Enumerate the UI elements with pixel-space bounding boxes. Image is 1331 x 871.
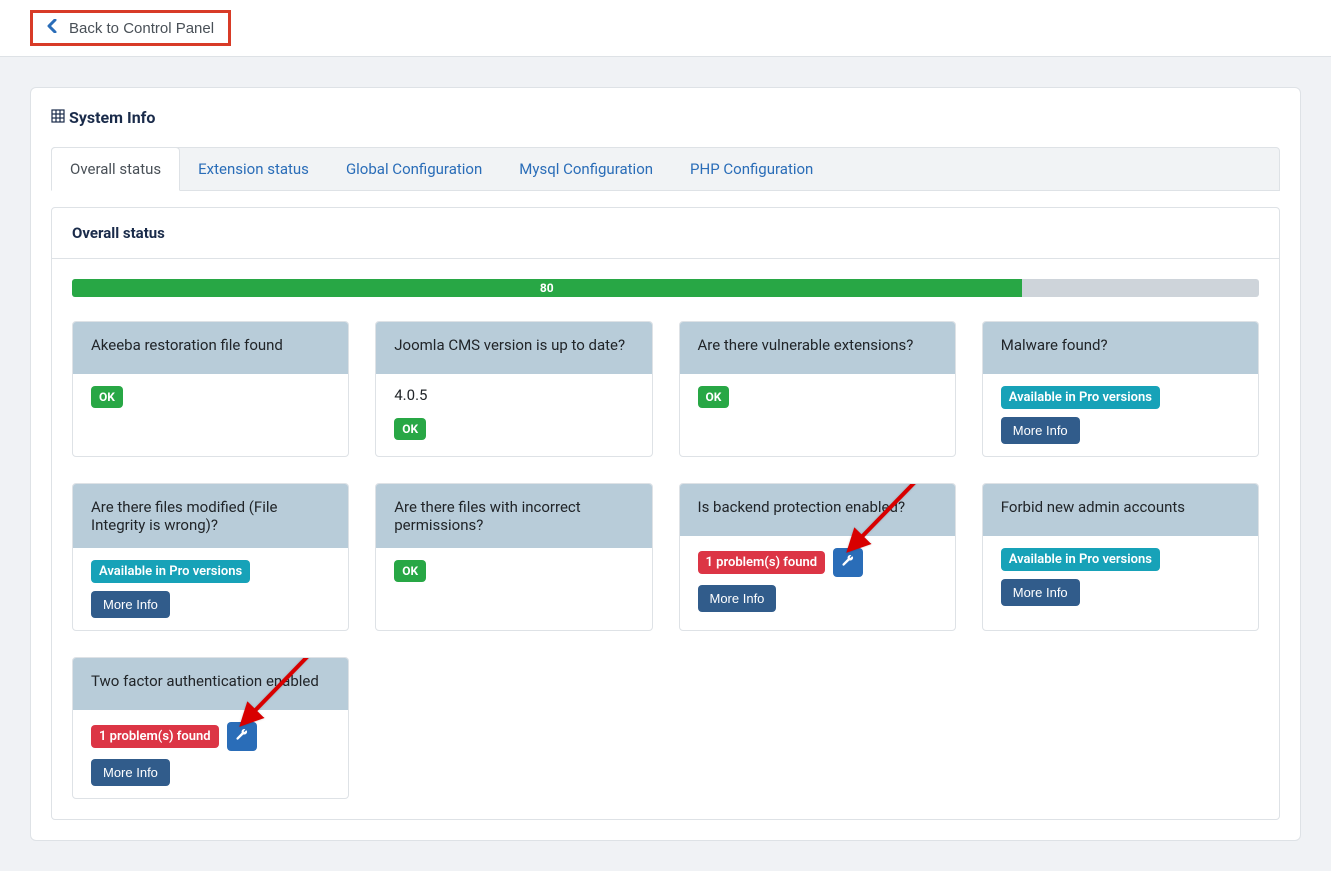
ok-badge: OK [394, 560, 426, 582]
content-body: 80 Akeeba restoration file found OK Joomla… [52, 259, 1279, 819]
status-card: Is backend protection enabled?1 problem(… [679, 483, 956, 631]
card-title: Malware found? [983, 322, 1258, 374]
problem-badge: 1 problem(s) found [698, 551, 826, 574]
progress-bar-track: 80 [72, 279, 1259, 297]
ok-badge: OK [698, 386, 730, 408]
card-body: OK [680, 374, 955, 420]
panel-title: System Info [31, 108, 1300, 147]
status-card: Malware found? Available in Pro versions M… [982, 321, 1259, 457]
card-title: Is backend protection enabled? [680, 484, 955, 536]
tab-mysql-configuration[interactable]: Mysql Configuration [501, 148, 672, 190]
content-header: Overall status [52, 208, 1279, 259]
pro-badge: Available in Pro versions [1001, 386, 1160, 409]
card-body: 1 problem(s) found More Info [680, 536, 955, 624]
status-card: Are there vulnerable extensions? OK [679, 321, 956, 457]
status-card: Joomla CMS version is up to date? 4.0.5 OK [375, 321, 652, 457]
card-title: Are there vulnerable extensions? [680, 322, 955, 374]
tabs: Overall statusExtension statusGlobal Con… [51, 147, 1280, 191]
grid-icon [51, 108, 65, 127]
content-panel: Overall status 80 Akeeba restoration fil… [51, 207, 1280, 820]
status-card: Two factor authentication enabled1 probl… [72, 657, 349, 799]
ok-badge: OK [91, 386, 123, 408]
card-body: Available in Pro versions More Info [73, 548, 348, 630]
card-body: Available in Pro versions More Info [983, 536, 1258, 618]
pro-badge: Available in Pro versions [1001, 548, 1160, 571]
more-info-button[interactable]: More Info [1001, 579, 1080, 606]
tab-overall-status[interactable]: Overall status [51, 147, 180, 191]
system-info-panel: System Info Overall statusExtension stat… [30, 87, 1301, 841]
status-card: Forbid new admin accountsAvailable in Pr… [982, 483, 1259, 631]
more-info-button[interactable]: More Info [91, 759, 170, 786]
card-title: Two factor authentication enabled [73, 658, 348, 710]
tab-extension-status[interactable]: Extension status [180, 148, 328, 190]
card-title: Are there files with incorrect permissio… [376, 484, 651, 548]
pro-badge: Available in Pro versions [91, 560, 250, 583]
card-body: OK [376, 548, 651, 594]
wrench-icon [235, 728, 249, 745]
card-body: 1 problem(s) found More Info [73, 710, 348, 798]
fix-button[interactable] [227, 722, 257, 751]
status-card: Akeeba restoration file found OK [72, 321, 349, 457]
toolbar: Back to Control Panel [0, 0, 1331, 57]
version-value: 4.0.5 [394, 386, 633, 404]
status-cards-grid: Akeeba restoration file found OK Joomla CM… [72, 321, 1259, 799]
fix-button[interactable] [833, 548, 863, 577]
more-info-button[interactable]: More Info [91, 591, 170, 618]
tab-global-configuration[interactable]: Global Configuration [328, 148, 501, 190]
back-label: Back to Control Panel [69, 20, 214, 37]
wrench-icon [841, 554, 855, 571]
progress-bar-fill: 80 [72, 279, 1022, 297]
card-body: OK [73, 374, 348, 420]
card-body: Available in Pro versions More Info [983, 374, 1258, 456]
tab-php-configuration[interactable]: PHP Configuration [672, 148, 832, 190]
card-body: 4.0.5 OK [376, 374, 651, 452]
status-card: Are there files with incorrect permissio… [375, 483, 652, 631]
problem-badge: 1 problem(s) found [91, 725, 219, 748]
card-title: Akeeba restoration file found [73, 322, 348, 374]
back-to-control-panel-button[interactable]: Back to Control Panel [30, 10, 231, 46]
chevron-left-icon [47, 19, 57, 37]
more-info-button[interactable]: More Info [1001, 417, 1080, 444]
status-card: Are there files modified (File Integrity… [72, 483, 349, 631]
card-title: Joomla CMS version is up to date? [376, 322, 651, 374]
more-info-button[interactable]: More Info [698, 585, 777, 612]
card-title: Are there files modified (File Integrity… [73, 484, 348, 548]
card-title: Forbid new admin accounts [983, 484, 1258, 536]
ok-badge: OK [394, 418, 426, 440]
